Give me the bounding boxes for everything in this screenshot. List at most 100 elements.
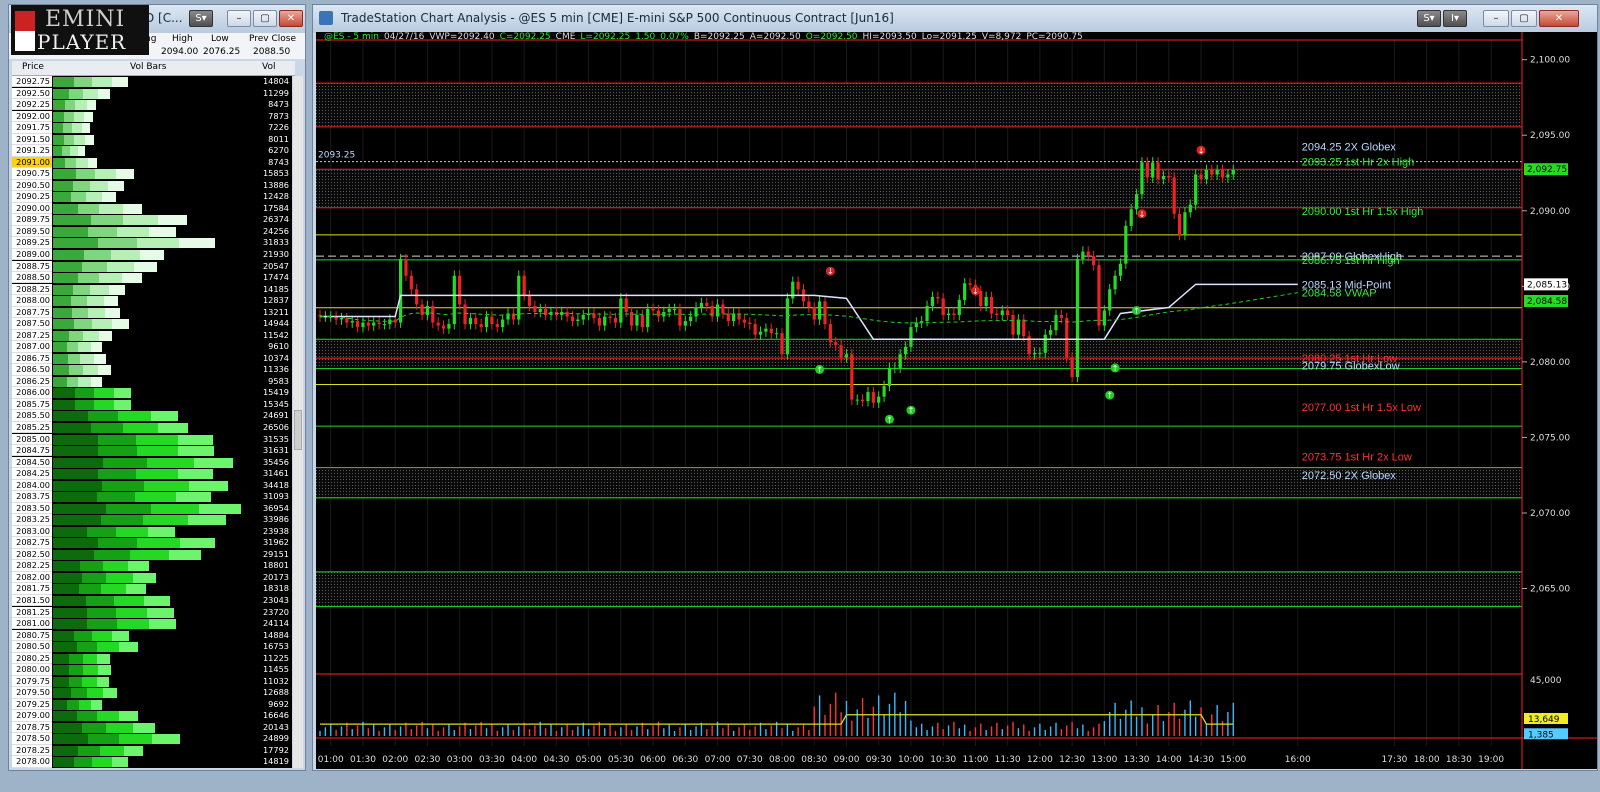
status-line: @ES - 5 min 04/27/16 VWP=2092.40 C=2092.25 C… <box>324 32 1083 42</box>
profile-row[interactable]: 2087.25 11542 <box>12 329 292 342</box>
profile-row[interactable]: 2090.00 17584 <box>12 202 292 215</box>
candle-body <box>603 316 607 326</box>
info-menu-button[interactable]: I▾ <box>1443 10 1467 27</box>
profile-row[interactable]: 2088.00 12837 <box>12 295 292 307</box>
time-axis-label: 11:30 <box>995 755 1021 765</box>
profile-row[interactable]: 2089.25 31833 <box>12 237 292 249</box>
profile-bar-segment <box>53 676 69 687</box>
profile-row[interactable]: 2079.00 16646 <box>12 710 292 722</box>
profile-row[interactable]: 2088.25 14185 <box>12 283 292 296</box>
price-chart[interactable]: 2093.25 2094.25 2X Globex 2093.25 1st Hr 2… <box>316 32 1597 769</box>
profile-price: 2086.00 <box>12 387 52 399</box>
profile-row[interactable]: 2091.25 6270 <box>12 145 292 157</box>
profile-row[interactable]: 2087.75 13211 <box>12 306 292 319</box>
candle-body <box>1134 194 1139 210</box>
profile-row[interactable]: 2092.75 14804 <box>12 76 292 88</box>
volume-profile-table[interactable]: 2092.75 14804 2092.50 11299 2092.25 8473 2092.… <box>12 76 292 768</box>
profile-row[interactable]: 2084.50 35456 <box>12 456 292 469</box>
tradestation-icon <box>319 11 333 25</box>
profile-row[interactable]: 2092.50 11299 <box>12 87 292 100</box>
profile-row[interactable]: 2091.50 8011 <box>12 133 292 146</box>
profile-row[interactable]: 2082.75 31962 <box>12 537 292 549</box>
maximize-button[interactable]: ▢ <box>1511 10 1537 27</box>
profile-row[interactable]: 2092.25 8473 <box>12 99 292 111</box>
profile-row[interactable]: 2086.00 15419 <box>12 387 292 399</box>
profile-row[interactable]: 2083.00 23938 <box>12 525 292 538</box>
time-axis-label: 10:00 <box>898 755 924 765</box>
profile-row[interactable]: 2090.25 12428 <box>12 191 292 203</box>
profile-row[interactable]: 2080.75 14884 <box>12 629 292 642</box>
profile-row[interactable]: 2089.75 26374 <box>12 214 292 226</box>
close-button[interactable]: ✕ <box>279 10 303 27</box>
symbol-link-button[interactable]: S▾ <box>189 10 213 27</box>
profile-price: 2092.75 <box>12 76 52 88</box>
profile-row[interactable]: 2089.00 21930 <box>12 249 292 261</box>
matrix-scrollbar[interactable] <box>293 76 303 768</box>
symbol-link-button[interactable]: S▾ <box>1417 10 1441 27</box>
profile-row[interactable]: 2079.25 9692 <box>12 698 292 711</box>
col-price[interactable]: Price <box>22 62 44 72</box>
profile-bar-segment <box>53 642 77 653</box>
profile-row[interactable]: 2089.50 24256 <box>12 225 292 238</box>
profile-row[interactable]: 2086.25 9583 <box>12 375 292 388</box>
profile-price: 2082.75 <box>12 537 52 549</box>
profile-row[interactable]: 2083.50 36954 <box>12 502 292 515</box>
scroll-thumb[interactable] <box>294 410 302 450</box>
close-button[interactable]: ✕ <box>1539 10 1579 27</box>
profile-row[interactable]: 2087.00 9610 <box>12 341 292 353</box>
profile-row[interactable]: 2081.75 18318 <box>12 583 292 595</box>
profile-row[interactable]: 2082.00 20173 <box>12 571 292 584</box>
profile-row[interactable]: 2085.75 15345 <box>12 398 292 411</box>
profile-row[interactable]: 2088.50 17474 <box>12 272 292 284</box>
chart-title: TradeStation Chart Analysis - @ES 5 min … <box>341 11 894 25</box>
zone-bottom <box>316 571 1522 607</box>
profile-row[interactable]: 2087.50 14944 <box>12 318 292 330</box>
profile-volume: 14804 <box>262 76 289 86</box>
profile-row[interactable]: 2080.50 16753 <box>12 641 292 653</box>
profile-row[interactable]: 2080.00 11455 <box>12 664 292 676</box>
candle-body <box>468 318 473 325</box>
col-vol[interactable]: Vol <box>262 62 275 72</box>
profile-row[interactable]: 2085.00 31535 <box>12 433 292 446</box>
profile-row[interactable]: 2081.25 23720 <box>12 606 292 619</box>
profile-row[interactable]: 2091.00 8743 <box>12 156 292 169</box>
profile-row[interactable]: 2078.25 17792 <box>12 744 292 757</box>
profile-row[interactable]: 2083.25 33986 <box>12 514 292 526</box>
profile-bar-segment <box>53 549 95 560</box>
level-label: 2090.00 1st Hr 1.5x High <box>1302 206 1424 218</box>
col-vol-bars[interactable]: Vol Bars <box>130 62 166 72</box>
profile-row[interactable]: 2090.50 13886 <box>12 179 292 192</box>
maximize-button[interactable]: ▢ <box>253 10 277 27</box>
profile-row[interactable]: 2079.50 12688 <box>12 687 292 699</box>
profile-row[interactable]: 2078.00 14819 <box>12 756 292 768</box>
profile-row[interactable]: 2078.50 24899 <box>12 733 292 745</box>
low-value: 2076.25 <box>203 47 241 57</box>
high-value: 2094.00 <box>161 47 199 57</box>
profile-row[interactable]: 2085.25 26506 <box>12 422 292 434</box>
profile-row[interactable]: 2082.25 18801 <box>12 560 292 572</box>
profile-row[interactable]: 2078.75 20143 <box>12 721 292 734</box>
candle-body <box>785 298 789 355</box>
profile-row[interactable]: 2088.75 20547 <box>12 260 292 273</box>
profile-row[interactable]: 2082.50 29151 <box>12 548 292 561</box>
profile-volume: 11299 <box>262 87 289 98</box>
profile-row[interactable]: 2084.25 31461 <box>12 468 292 480</box>
profile-bar-segment <box>53 100 66 111</box>
profile-row[interactable]: 2080.25 11225 <box>12 652 292 665</box>
profile-row[interactable]: 2084.75 31631 <box>12 445 292 457</box>
profile-row[interactable]: 2086.75 10374 <box>12 352 292 365</box>
chart-titlebar[interactable]: TradeStation Chart Analysis - @ES 5 min … <box>313 5 1597 33</box>
profile-row[interactable]: 2085.50 24691 <box>12 410 292 422</box>
profile-row[interactable]: 2083.75 31093 <box>12 491 292 503</box>
minimize-button[interactable]: – <box>1483 10 1509 27</box>
profile-row[interactable]: 2079.75 11032 <box>12 675 292 688</box>
profile-row[interactable]: 2081.50 23043 <box>12 595 292 607</box>
profile-row[interactable]: 2090.75 15853 <box>12 168 292 180</box>
profile-row[interactable]: 2081.00 24114 <box>12 618 292 630</box>
profile-row[interactable]: 2092.00 7873 <box>12 110 292 123</box>
chart-area[interactable]: 2093.25 2094.25 2X Globex 2093.25 1st Hr 2… <box>316 32 1597 769</box>
minimize-button[interactable]: – <box>227 10 251 27</box>
profile-row[interactable]: 2091.75 7226 <box>12 122 292 134</box>
profile-row[interactable]: 2084.00 34418 <box>12 479 292 492</box>
profile-row[interactable]: 2086.50 11336 <box>12 364 292 376</box>
